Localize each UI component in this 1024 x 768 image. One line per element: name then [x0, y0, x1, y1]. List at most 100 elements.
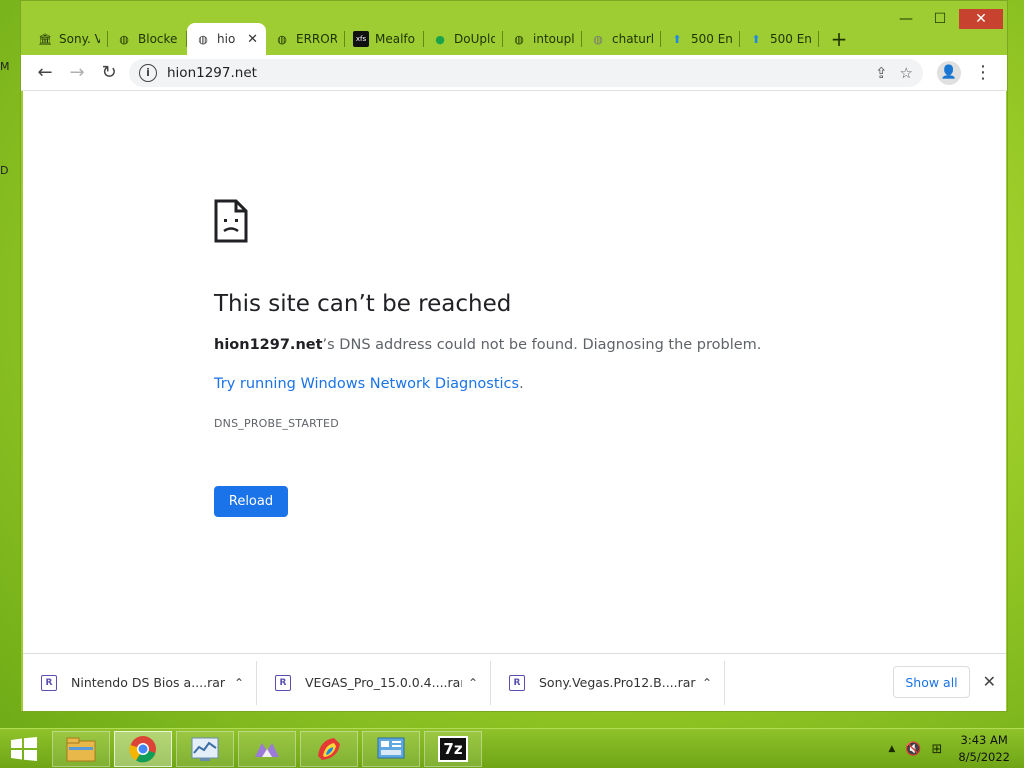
volume-muted-icon[interactable]: 🔇 [905, 742, 921, 757]
browser-window: 🏛 Sony. V ◍ Blocke ◍ hio ✕ ◍ ERROR xfs M… [20, 0, 1008, 712]
share-icon[interactable]: ⇪ [875, 64, 888, 82]
tab-sony[interactable]: 🏛 Sony. V [29, 23, 108, 55]
window-controls: — ☐ ✕ [891, 9, 1003, 29]
tab-label: chaturl [612, 32, 653, 46]
error-host: hion1297.net [214, 337, 323, 353]
tab-blocked[interactable]: ◍ Blocke [108, 23, 187, 55]
rar-icon: R [509, 674, 525, 691]
taskbar-control-panel[interactable] [362, 731, 420, 767]
taskbar-system-monitor[interactable] [176, 731, 234, 767]
cloud-upload-icon: ⬆ [751, 32, 761, 46]
error-code: DNS_PROBE_STARTED [214, 417, 339, 430]
download-filename: VEGAS_Pro_15.0.0.4....rar [305, 675, 462, 690]
rar-icon: R [41, 674, 57, 691]
tab-500-error-1[interactable]: ⬆ 500 En [661, 23, 740, 55]
page-content: This site can’t be reached hion1297.net’… [23, 91, 1006, 653]
paint-icon [318, 738, 340, 760]
forward-button[interactable]: → [61, 57, 93, 89]
tab-error[interactable]: ◍ ERROR [266, 23, 345, 55]
taskbar: 7z ▲ 🔇 ⊞ 3:43 AM 8/5/2022 [0, 728, 1024, 768]
globe-icon: ◍ [119, 32, 129, 46]
taskbar-file-explorer[interactable] [52, 731, 110, 767]
tab-mealfo[interactable]: xfs Mealfo [345, 23, 424, 55]
tab-chaturl[interactable]: ◍ chaturl [582, 23, 661, 55]
clock[interactable]: 3:43 AM 8/5/2022 [958, 732, 1010, 766]
taskbar-media-app[interactable] [238, 731, 296, 767]
taskbar-paint-app[interactable] [300, 731, 358, 767]
taskbar-7zip[interactable]: 7z [424, 731, 482, 767]
tab-label: hio [217, 32, 236, 46]
close-window-button[interactable]: ✕ [959, 9, 1003, 29]
xfs-icon: xfs [353, 31, 369, 47]
profile-icon[interactable]: 👤 [937, 60, 961, 85]
show-hidden-icons-icon[interactable]: ▲ [888, 744, 895, 754]
back-button[interactable]: ← [29, 57, 61, 89]
globe-icon: ◍ [277, 32, 287, 46]
url-text[interactable]: hion1297.net [167, 65, 875, 81]
browser-toolbar: ← → ↻ i hion1297.net ⇪ ☆ 👤 ⋮ [21, 55, 1007, 91]
tab-label: Sony. V [59, 32, 100, 46]
tab-label: Blocke [138, 32, 178, 46]
error-title: This site can’t be reached [214, 291, 512, 317]
error-description: hion1297.net’s DNS address could not be … [214, 337, 761, 353]
tab-hion-active[interactable]: ◍ hio ✕ [187, 23, 266, 55]
show-all-button[interactable]: Show all [893, 666, 970, 698]
cloud-upload-icon: ⬆ [672, 32, 682, 46]
system-tray: ▲ 🔇 ⊞ 3:43 AM 8/5/2022 [888, 729, 1024, 768]
clock-date: 8/5/2022 [958, 750, 1010, 764]
link-period: . [519, 376, 524, 392]
new-tab-button[interactable]: + [823, 23, 855, 55]
desktop-icon-label: D [0, 164, 9, 177]
close-icon[interactable]: ✕ [983, 672, 996, 691]
diagnostics-link-row: Try running Windows Network Diagnostics. [214, 376, 524, 392]
star-icon[interactable]: ☆ [900, 64, 913, 82]
rar-icon: R [275, 674, 291, 691]
download-item[interactable]: R Nintendo DS Bios a....rar ⌃ [23, 660, 257, 705]
error-desc-text: ’s DNS address could not be found. Diagn… [322, 337, 762, 353]
clock-time: 3:43 AM [960, 733, 1008, 747]
tab-intoupl[interactable]: ◍ intoupl [503, 23, 582, 55]
download-shelf: R Nintendo DS Bios a....rar ⌃ R VEGAS_Pr… [23, 653, 1006, 711]
menu-icon[interactable]: ⋮ [967, 57, 999, 89]
download-item[interactable]: R VEGAS_Pro_15.0.0.4....rar ⌃ [257, 660, 491, 705]
close-icon[interactable]: ✕ [247, 32, 258, 47]
globe-icon: ◍ [593, 32, 603, 46]
chrome-icon [129, 736, 156, 763]
network-icon[interactable]: ⊞ [931, 742, 942, 757]
monitor-chart-icon [191, 737, 219, 761]
reload-page-button[interactable]: Reload [214, 486, 288, 517]
maximize-button[interactable]: ☐ [925, 9, 955, 29]
minimize-button[interactable]: — [891, 9, 921, 29]
tab-douplo[interactable]: ● DoUplo [424, 23, 503, 55]
globe-icon: ◍ [514, 32, 524, 46]
7zip-icon: 7z [438, 736, 468, 762]
reload-button[interactable]: ↻ [93, 57, 125, 89]
download-item[interactable]: R Sony.Vegas.Pro12.B....rar ⌃ [491, 660, 725, 705]
download-filename: Sony.Vegas.Pro12.B....rar [539, 675, 696, 690]
chevron-up-icon[interactable]: ⌃ [234, 676, 244, 690]
windows-start-icon[interactable] [10, 737, 38, 761]
media-app-icon [255, 743, 279, 757]
folder-icon [66, 737, 96, 762]
tab-label: DoUplo [454, 32, 495, 46]
title-bar: 🏛 Sony. V ◍ Blocke ◍ hio ✕ ◍ ERROR xfs M… [21, 1, 1007, 55]
info-icon[interactable]: i [139, 63, 157, 82]
globe-icon: ◍ [198, 32, 208, 46]
tab-strip: 🏛 Sony. V ◍ Blocke ◍ hio ✕ ◍ ERROR xfs M… [29, 19, 855, 55]
bank-icon: 🏛 [38, 32, 52, 46]
download-filename: Nintendo DS Bios a....rar [71, 675, 226, 690]
sad-document-icon [214, 199, 248, 243]
tab-label: intoupl [533, 32, 574, 46]
address-bar[interactable]: i hion1297.net ⇪ ☆ [129, 58, 923, 87]
chevron-up-icon[interactable]: ⌃ [702, 676, 712, 690]
taskbar-chrome[interactable] [114, 731, 172, 767]
tab-label: Mealfo [375, 32, 415, 46]
network-diagnostics-link[interactable]: Try running Windows Network Diagnostics [214, 376, 519, 392]
leaf-icon: ● [435, 32, 445, 46]
desktop-icon-label: M [0, 60, 10, 73]
tab-label: 500 En [691, 32, 732, 46]
tab-label: 500 En [770, 32, 811, 46]
tab-label: ERROR [296, 32, 337, 46]
tab-500-error-2[interactable]: ⬆ 500 En [740, 23, 819, 55]
chevron-up-icon[interactable]: ⌃ [468, 676, 478, 690]
